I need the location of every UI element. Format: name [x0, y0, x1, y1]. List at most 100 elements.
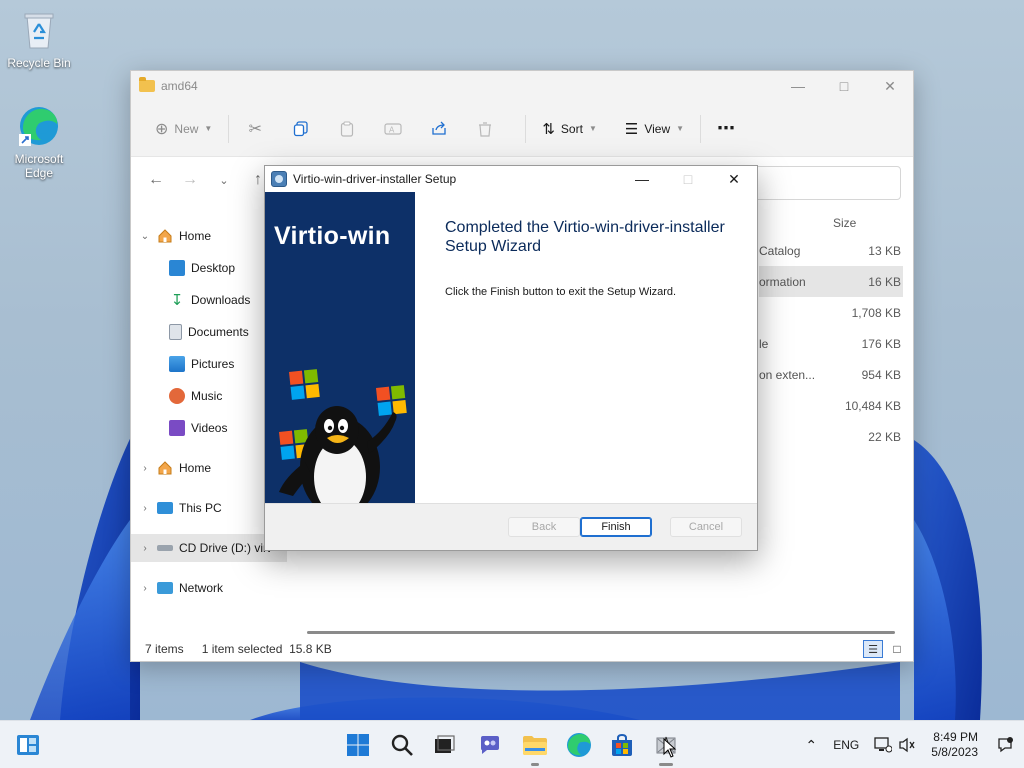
- cancel-button[interactable]: Cancel: [670, 517, 742, 537]
- size-column-header[interactable]: Size: [759, 211, 903, 235]
- recycle-bin-label: Recycle Bin: [7, 56, 71, 70]
- view-button[interactable]: ☰ View ▼: [619, 113, 690, 145]
- edge-label: Microsoft Edge: [14, 152, 64, 180]
- chevron-right-icon: ›: [143, 582, 147, 594]
- volume-muted-icon[interactable]: [895, 737, 919, 753]
- finish-button[interactable]: Finish: [580, 517, 652, 537]
- setup-heading: Completed the Virtio-win-driver-installe…: [445, 219, 725, 255]
- edge-taskbar-button[interactable]: [563, 729, 595, 761]
- sort-button[interactable]: ⇅ Sort ▼: [536, 113, 603, 145]
- documents-icon: [169, 324, 182, 340]
- file-row[interactable]: Catalog 13 KB: [759, 235, 903, 266]
- close-button[interactable]: ✕: [711, 166, 757, 192]
- setup-banner: Virtio-win: [265, 192, 415, 503]
- clock-time: 8:49 PM: [933, 730, 978, 744]
- file-row[interactable]: 1,708 KB: [759, 297, 903, 328]
- nav-label: CD Drive (D:) virt: [179, 541, 271, 555]
- scissors-icon: ✂: [248, 120, 263, 138]
- search-button[interactable]: [386, 729, 418, 761]
- file-size: 13 KB: [868, 243, 901, 258]
- tux-windows-illustration: [279, 369, 407, 503]
- store-taskbar-button[interactable]: [606, 729, 638, 761]
- maximize-button[interactable]: □: [665, 166, 711, 192]
- setup-titlebar[interactable]: Virtio-win-driver-installer Setup — □ ✕: [265, 166, 757, 192]
- widgets-button[interactable]: [12, 729, 44, 761]
- system-tray: ⌃ ENG 8:49 PM 5/8/2023: [795, 721, 1024, 768]
- rename-button[interactable]: A: [377, 113, 409, 145]
- share-button[interactable]: [423, 113, 455, 145]
- explorer-titlebar[interactable]: amd64 — □ ✕: [131, 71, 913, 101]
- explorer-command-bar: ⊕ New ▼ ✂ A ⇅ Sort ▼ ☰ View ▼ ⋯: [131, 101, 913, 157]
- minimize-button[interactable]: —: [619, 166, 665, 192]
- maximize-button[interactable]: □: [821, 71, 867, 101]
- tiles-view-icon: □: [893, 642, 901, 656]
- videos-icon: [169, 420, 185, 436]
- copy-button[interactable]: [285, 113, 317, 145]
- nav-label: Home: [179, 461, 212, 475]
- task-view-icon: [435, 735, 455, 753]
- share-icon: [432, 121, 446, 135]
- file-row[interactable]: le 176 KB: [759, 328, 903, 359]
- minimize-button[interactable]: —: [775, 71, 821, 101]
- selection-size: 15.8 KB: [289, 642, 332, 656]
- view-label: View: [644, 121, 671, 136]
- pc-icon: [157, 502, 173, 514]
- nav-item-network[interactable]: › Network: [131, 574, 291, 602]
- sort-label: Sort: [560, 121, 583, 136]
- chevron-down-icon: ▼: [588, 124, 597, 133]
- file-explorer-icon: [523, 736, 547, 755]
- network-status-icon[interactable]: [871, 737, 895, 753]
- start-button[interactable]: [342, 729, 374, 761]
- setup-title: Virtio-win-driver-installer Setup: [293, 172, 457, 186]
- music-icon: [169, 388, 185, 404]
- forward-arrow-icon[interactable]: →: [177, 167, 203, 193]
- setup-dialog: Virtio-win-driver-installer Setup — □ ✕ …: [264, 165, 758, 551]
- nav-label: This PC: [179, 501, 222, 515]
- back-button[interactable]: Back: [508, 517, 580, 537]
- chat-button[interactable]: [474, 729, 506, 761]
- chevron-down-icon: ⌄: [140, 230, 150, 242]
- file-name: on exten...: [759, 367, 816, 382]
- show-hidden-icons-chevron-icon[interactable]: ⌃: [795, 737, 827, 754]
- selection-info: 1 item selected: [201, 642, 283, 656]
- scrollbar-thumb[interactable]: [307, 631, 895, 634]
- paste-button[interactable]: [331, 113, 363, 145]
- edge-shortcut[interactable]: Microsoft Edge: [3, 104, 75, 180]
- file-explorer-taskbar-button[interactable]: [519, 729, 551, 766]
- tiles-view-button[interactable]: □: [887, 640, 907, 658]
- details-view-button[interactable]: ☰: [863, 640, 883, 658]
- size-header-label: Size: [833, 216, 857, 230]
- mouse-cursor-icon: [663, 738, 677, 758]
- chevron-right-icon: ›: [143, 462, 147, 474]
- file-name: Catalog: [759, 243, 801, 258]
- nav-label: Network: [179, 581, 224, 595]
- details-view-icon: ☰: [868, 643, 878, 656]
- more-options-button[interactable]: ⋯: [711, 113, 741, 145]
- setup-content: Completed the Virtio-win-driver-installe…: [415, 192, 757, 503]
- task-view-button[interactable]: [428, 729, 460, 761]
- new-label: New: [174, 121, 199, 136]
- horizontal-scrollbar[interactable]: [307, 631, 897, 635]
- clock[interactable]: 8:49 PM 5/8/2023: [931, 730, 978, 760]
- running-indicator: [531, 763, 539, 766]
- home-icon: [158, 229, 172, 243]
- new-button[interactable]: ⊕ New ▼: [149, 113, 218, 145]
- network-icon: [157, 582, 173, 594]
- notifications-icon[interactable]: [992, 736, 1018, 754]
- recent-locations-chevron-icon[interactable]: ⌄: [211, 167, 237, 193]
- chevron-down-icon: ▼: [676, 124, 685, 133]
- file-row[interactable]: 22 KB: [759, 421, 903, 452]
- file-row[interactable]: 10,484 KB: [759, 390, 903, 421]
- file-row[interactable]: ormation 16 KB: [759, 266, 903, 297]
- back-arrow-icon[interactable]: ←: [143, 167, 169, 193]
- search-input[interactable]: [753, 166, 901, 200]
- cut-button[interactable]: ✂: [239, 113, 271, 145]
- close-button[interactable]: ✕: [867, 71, 913, 101]
- folder-icon: [139, 77, 155, 92]
- delete-button[interactable]: [469, 113, 501, 145]
- setup-description: Click the Finish button to exit the Setu…: [445, 286, 677, 298]
- widgets-icon: [17, 735, 39, 755]
- recycle-bin-shortcut[interactable]: Recycle Bin: [3, 8, 75, 70]
- file-row[interactable]: on exten... 954 KB: [759, 359, 903, 390]
- input-language-indicator[interactable]: ENG: [833, 738, 859, 752]
